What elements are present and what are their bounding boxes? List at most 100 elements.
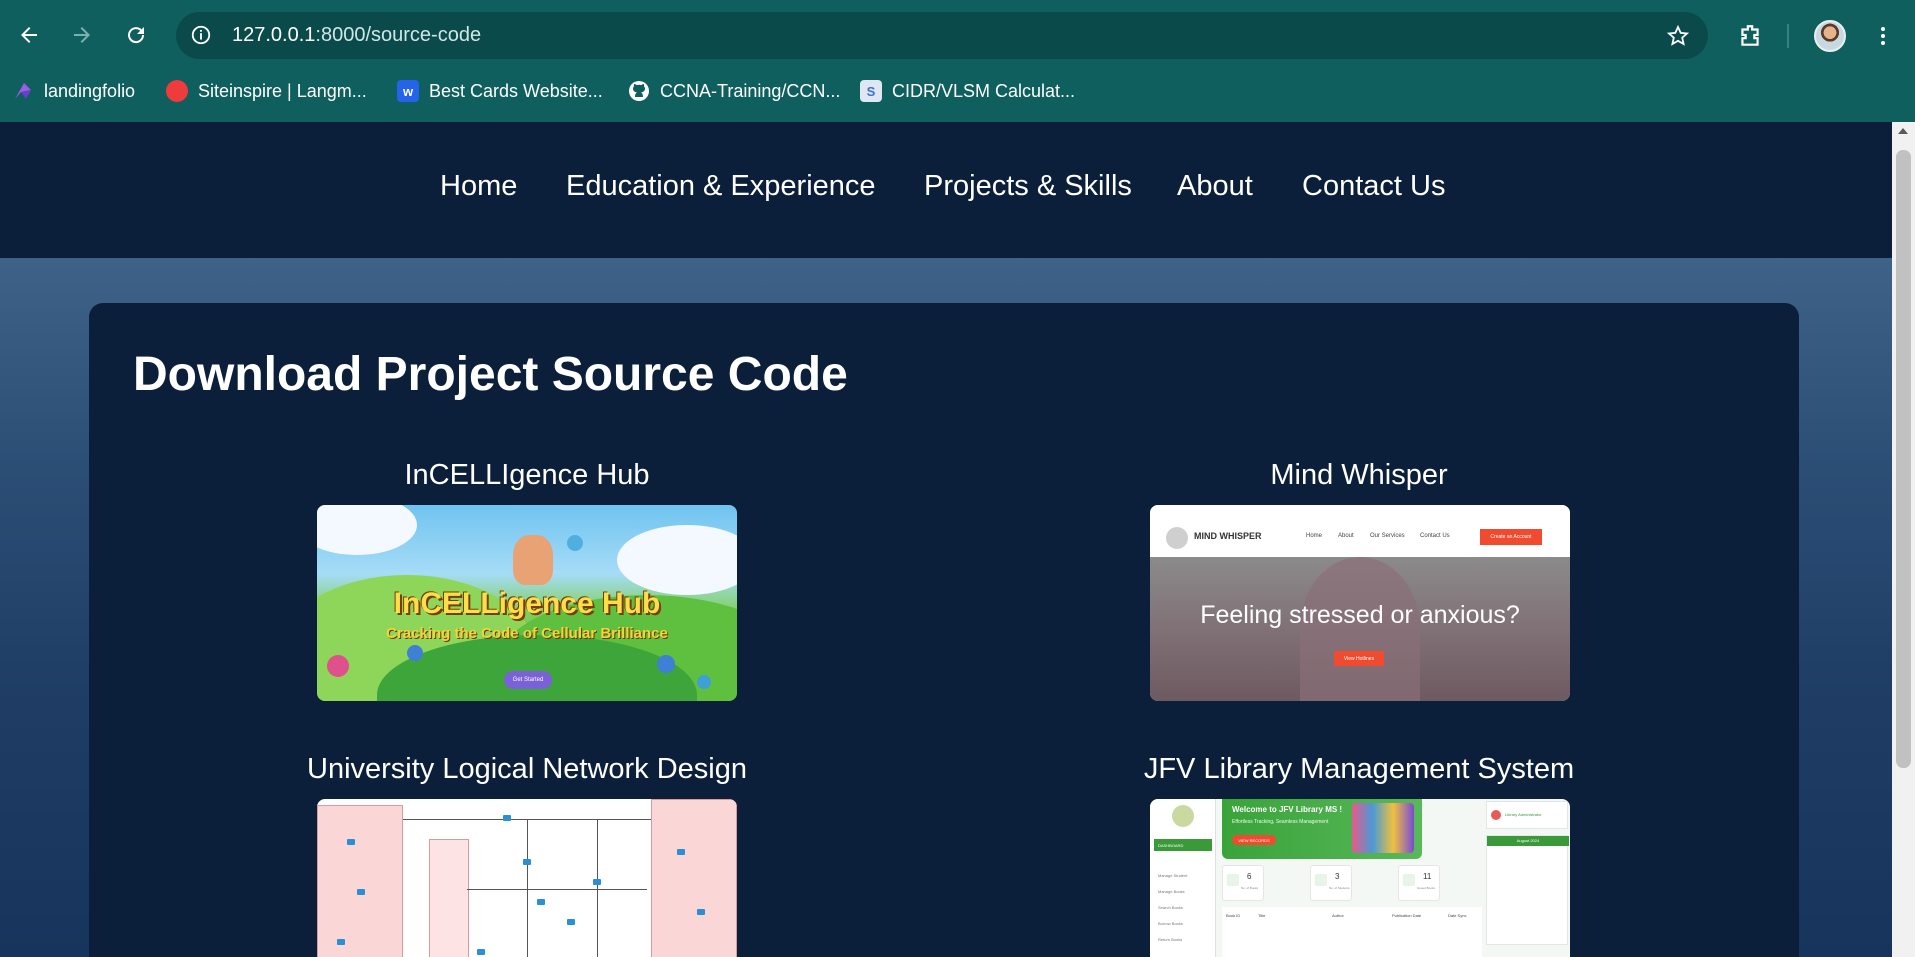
page-viewport: Home Education & Experience Projects & S… xyxy=(0,122,1892,957)
thumb-sidebar-item: Return Books xyxy=(1158,937,1183,942)
scrollbar-thumb[interactable] xyxy=(1896,150,1911,768)
nav-about[interactable]: About xyxy=(1177,170,1253,203)
bookmark-ccna[interactable]: CCNA-Training/CCN... xyxy=(628,78,840,104)
thumb-subtitle: Cracking the Code of Cellular Brilliance xyxy=(386,625,668,642)
thumb-sidebar: DASHBOARD Manage Student Manage Books Se… xyxy=(1150,799,1216,957)
thumb-profile-text: Library Administrator xyxy=(1505,812,1542,817)
cell-shape xyxy=(327,655,349,677)
site-info-icon[interactable] xyxy=(186,20,216,50)
github-icon xyxy=(628,80,650,102)
toolbar-separator xyxy=(1787,24,1789,48)
network-node xyxy=(593,879,601,885)
diagram-zone xyxy=(317,805,403,957)
thumb-table-header: Book ID xyxy=(1226,913,1241,918)
browser-toolbar: 127.0.0.1:8000/source-code xyxy=(0,0,1915,70)
diagram-zone xyxy=(651,799,737,957)
diagram-zone xyxy=(429,839,469,957)
page-scrollbar[interactable] xyxy=(1892,122,1915,957)
forward-button[interactable] xyxy=(63,16,101,54)
extensions-button[interactable] xyxy=(1732,18,1768,54)
browser-menu-button[interactable] xyxy=(1868,18,1898,54)
network-node xyxy=(477,949,485,955)
network-node xyxy=(503,815,511,821)
network-node xyxy=(347,839,355,845)
network-node xyxy=(697,909,705,915)
network-node xyxy=(677,849,685,855)
project-thumbnail-network-design[interactable] xyxy=(317,799,737,957)
bookmark-star-icon[interactable] xyxy=(1664,22,1692,50)
thumb-navlink: Our Services xyxy=(1370,533,1405,539)
bookmark-label: Best Cards Website... xyxy=(429,80,603,101)
bookmark-landingfolio[interactable]: landingfolio xyxy=(12,78,135,104)
thumb-seal-icon xyxy=(1172,805,1194,827)
project-thumbnail-incelligence[interactable]: InCELLigence Hub Cracking the Code of Ce… xyxy=(317,505,737,701)
thumb-topbar xyxy=(1150,505,1570,519)
thumb-stat-label: No. of Students xyxy=(1329,886,1350,890)
project-title-mind-whisper: Mind Whisper xyxy=(1270,459,1448,491)
reload-button[interactable] xyxy=(117,16,155,54)
bookmark-best-cards[interactable]: w Best Cards Website... xyxy=(397,78,603,104)
cell-shape xyxy=(567,535,583,551)
puzzle-icon xyxy=(1741,25,1759,46)
cell-shape xyxy=(657,655,675,673)
thumb-table-header: Author xyxy=(1332,913,1344,918)
reload-icon xyxy=(128,27,145,44)
address-bar[interactable]: 127.0.0.1:8000/source-code xyxy=(176,12,1708,59)
bookmark-cidr[interactable]: S CIDR/VLSM Calculat... xyxy=(860,78,1075,104)
browser-chrome: 127.0.0.1:8000/source-code landingfolio … xyxy=(0,0,1915,122)
back-button[interactable] xyxy=(10,16,48,54)
project-thumbnail-mind-whisper[interactable]: MIND WHISPER Home About Our Services Con… xyxy=(1150,505,1570,701)
thumb-logo-icon xyxy=(1166,527,1188,549)
thumb-stat-icon xyxy=(1227,874,1239,886)
cloud-shape xyxy=(617,525,737,595)
landingfolio-icon xyxy=(12,80,34,102)
url-host: 127.0.0.1 xyxy=(232,24,316,46)
network-node xyxy=(337,939,345,945)
nav-contact-us[interactable]: Contact Us xyxy=(1302,170,1445,203)
thumb-stat-card: 3 No. of Students xyxy=(1310,865,1352,901)
thumb-view-records-button: VIEW RECORDS xyxy=(1232,835,1276,845)
forward-arrow-icon xyxy=(74,27,90,43)
thumb-title: InCELLigence Hub xyxy=(393,587,661,620)
thumb-profile-card: Library Administrator xyxy=(1486,801,1568,829)
project-thumbnail-library-system[interactable]: DASHBOARD Manage Student Manage Books Se… xyxy=(1150,799,1570,957)
nav-home[interactable]: Home xyxy=(440,170,517,203)
thumb-books-illustration xyxy=(1352,803,1414,853)
page-title: Download Project Source Code xyxy=(133,348,848,401)
thumb-navlink: About xyxy=(1338,533,1354,539)
thumb-stat-icon xyxy=(1315,874,1327,886)
cell-shape xyxy=(407,645,423,661)
thumb-get-started-button: Get Started xyxy=(504,671,552,689)
url-text: 127.0.0.1:8000/source-code xyxy=(232,24,481,47)
kebab-menu-icon xyxy=(1881,27,1885,45)
network-node xyxy=(357,889,365,895)
profile-avatar[interactable] xyxy=(1814,20,1846,52)
scroll-up-arrow-icon[interactable] xyxy=(1898,128,1908,134)
thumb-table-header: Publication Date xyxy=(1392,913,1422,918)
bookmark-siteinspire[interactable]: Siteinspire | Langm... xyxy=(166,78,367,104)
nav-projects-skills[interactable]: Projects & Skills xyxy=(924,170,1132,203)
back-arrow-icon xyxy=(21,27,37,43)
bookmark-label: Siteinspire | Langm... xyxy=(198,80,367,101)
thumb-headline: Feeling stressed or anxious? xyxy=(1200,601,1520,629)
network-node xyxy=(523,859,531,865)
thumb-table-header: Title xyxy=(1258,913,1266,918)
thumb-stat-card: 6 No. of Books xyxy=(1222,865,1264,901)
thumb-create-account-button: Create an Account xyxy=(1480,529,1542,545)
thumb-navlink: Contact Us xyxy=(1420,533,1450,539)
diagram-line xyxy=(467,889,647,890)
thumb-navbar: MIND WHISPER Home About Our Services Con… xyxy=(1150,519,1570,557)
thumb-profile-icon xyxy=(1491,810,1501,820)
thumb-welcome-banner: Welcome to JFV Library MS ! Effortless T… xyxy=(1222,799,1422,859)
webflow-icon: w xyxy=(397,80,419,102)
thumb-table: Book ID Title Author Publication Date Da… xyxy=(1222,907,1482,957)
thumb-welcome-text: Welcome to JFV Library MS ! xyxy=(1232,805,1343,814)
network-node xyxy=(537,899,545,905)
nav-education-experience[interactable]: Education & Experience xyxy=(566,170,876,203)
diagram-line xyxy=(527,819,528,957)
project-title-library-system: JFV Library Management System xyxy=(1143,753,1575,785)
bookmarks-bar: landingfolio Siteinspire | Langm... w Be… xyxy=(0,74,1915,108)
bookmark-label: CCNA-Training/CCN... xyxy=(660,80,841,101)
thumb-sidebar-item: Search Books xyxy=(1158,905,1183,910)
thumb-calendar-header: August 2024 xyxy=(1487,836,1569,846)
